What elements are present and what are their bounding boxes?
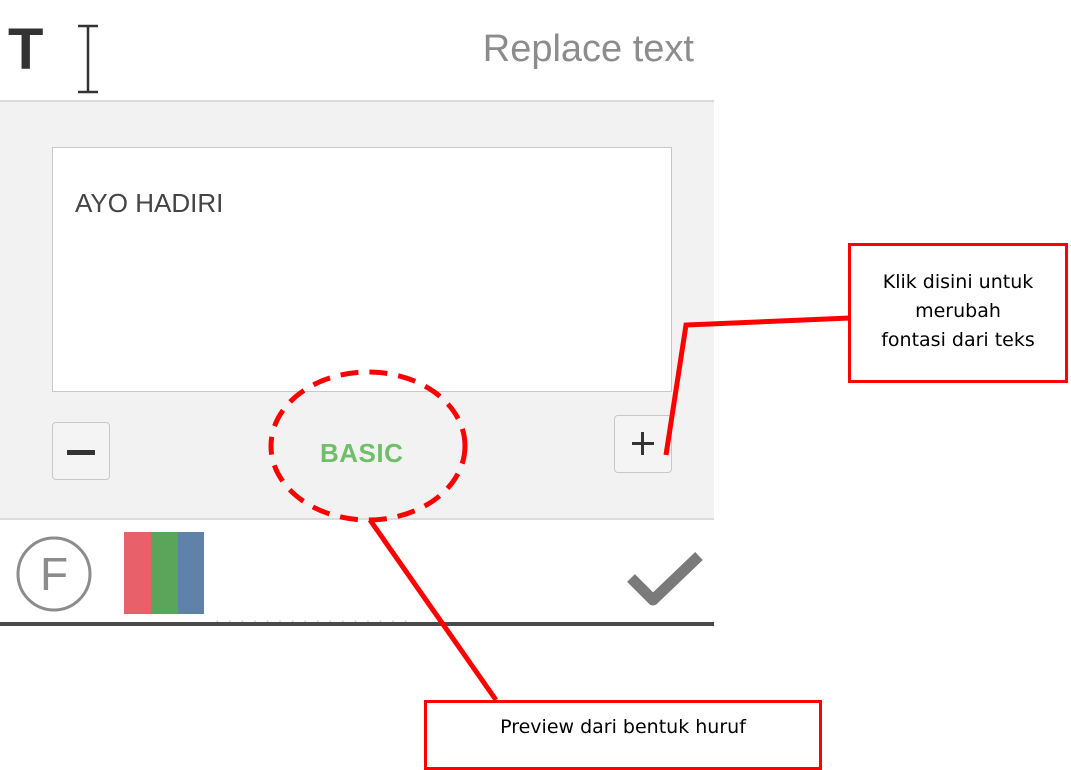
- preview-callout: Preview dari bentuk huruf: [424, 700, 822, 770]
- callout-line-1: Klik disini untuk: [882, 271, 1034, 293]
- font-button-pointer-line: [663, 315, 851, 456]
- callout-line-2: merubah: [915, 300, 1001, 322]
- callout-line-3: fontasi dari teks: [881, 329, 1035, 351]
- font-change-callout: Klik disini untuk merubah fontasi dari t…: [848, 243, 1068, 383]
- preview-highlight-circle: [268, 369, 468, 523]
- preview-pointer-line: [367, 518, 499, 702]
